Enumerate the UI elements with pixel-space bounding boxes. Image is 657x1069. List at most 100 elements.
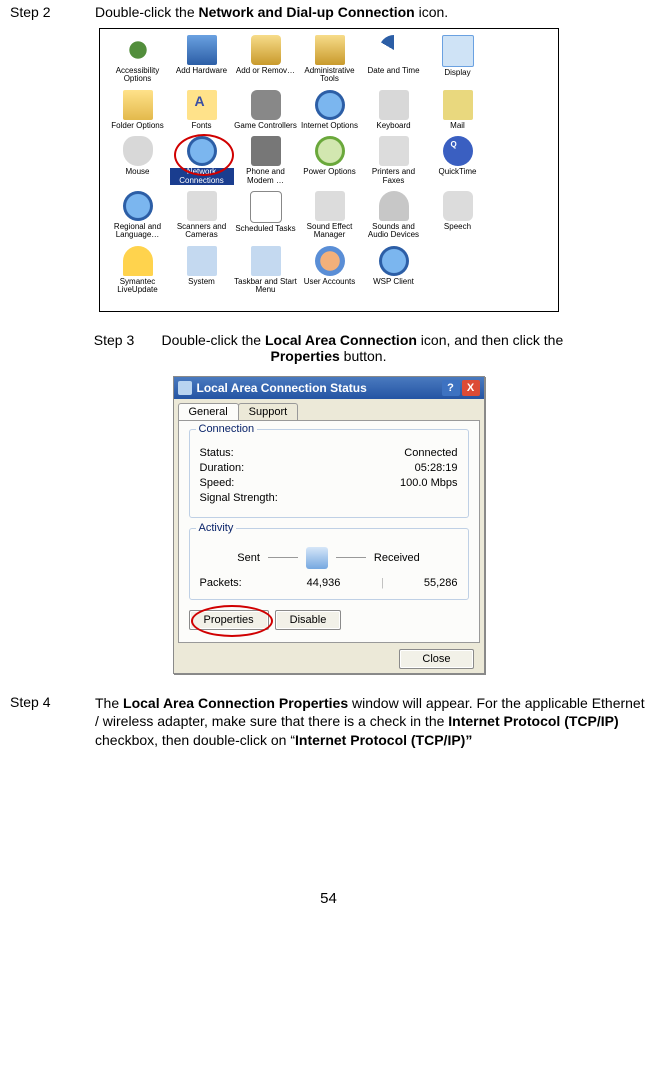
sounds-icon: [379, 191, 409, 221]
cp-item[interactable]: Phone and Modem …: [234, 136, 298, 185]
step2-label: Step 2: [10, 4, 95, 20]
cp-item-label: User Accounts: [298, 278, 362, 286]
cp-item-label: System: [170, 278, 234, 286]
page-number: 54: [10, 890, 647, 907]
cp-item[interactable]: Regional and Language…: [106, 191, 170, 240]
cp-item[interactable]: Keyboard: [362, 90, 426, 130]
cp-item[interactable]: Add Hardware: [170, 35, 234, 84]
status-value: Connected: [368, 447, 458, 459]
cp-item-label: QuickTime: [426, 168, 490, 176]
cp-item[interactable]: Date and Time: [362, 35, 426, 84]
cp-item[interactable]: Display: [426, 35, 490, 84]
qt-icon: [443, 136, 473, 166]
keyb-icon: [379, 90, 409, 120]
packets-received: 55,286: [388, 577, 458, 589]
power-icon: [315, 136, 345, 166]
folder-icon: [123, 90, 153, 120]
inet-icon: [315, 90, 345, 120]
activity-icon: [306, 547, 328, 569]
cp-item[interactable]: Add or Remov…: [234, 35, 298, 84]
cp-item-label: Scanners and Cameras: [170, 223, 234, 240]
close-button[interactable]: X: [462, 380, 480, 396]
packets-sent: 44,936: [270, 577, 378, 589]
print-icon: [379, 136, 409, 166]
cp-item[interactable]: Fonts: [170, 90, 234, 130]
activity-group: Activity Sent Received Packets: 44,936 |…: [189, 528, 469, 600]
close-dialog-button[interactable]: Close: [399, 649, 473, 669]
mouse-icon: [123, 136, 153, 166]
duration-label: Duration:: [200, 462, 368, 474]
duration-value: 05:28:19: [368, 462, 458, 474]
cp-item[interactable]: Sound Effect Manager: [298, 191, 362, 240]
cp-item[interactable]: Speech: [426, 191, 490, 240]
cp-item-label: Mouse: [106, 168, 170, 176]
phone-icon: [251, 136, 281, 166]
cp-item-label: Network Connections: [170, 168, 234, 185]
date-icon: [379, 35, 409, 65]
cp-item[interactable]: User Accounts: [298, 246, 362, 295]
cp-item[interactable]: Folder Options: [106, 90, 170, 130]
access-icon: [123, 35, 153, 65]
tab-general[interactable]: General: [178, 403, 239, 420]
fonts-icon: [187, 90, 217, 120]
system-icon: [187, 246, 217, 276]
step4-line: Step 4 The Local Area Connection Propert…: [10, 694, 647, 751]
cp-item-label: Sound Effect Manager: [298, 223, 362, 240]
admin-icon: [315, 35, 345, 65]
cp-item[interactable]: Mail: [426, 90, 490, 130]
cp-item-label: Phone and Modem …: [234, 168, 298, 185]
activity-group-title: Activity: [196, 522, 237, 534]
cp-item-label: Fonts: [170, 122, 234, 130]
speed-value: 100.0 Mbps: [368, 477, 458, 489]
cp-item[interactable]: Scanners and Cameras: [170, 191, 234, 240]
addrem-icon: [251, 35, 281, 65]
window-icon: [178, 381, 192, 395]
step3-line: Step 3 Double-click the Local Area Conne…: [19, 332, 639, 364]
cp-item[interactable]: Internet Options: [298, 90, 362, 130]
display-icon: [442, 35, 474, 67]
status-label: Status:: [200, 447, 368, 459]
cp-item[interactable]: Administrative Tools: [298, 35, 362, 84]
cp-item-label: WSP Client: [362, 278, 426, 286]
cp-item[interactable]: Taskbar and Start Menu: [234, 246, 298, 295]
cp-item-label: Regional and Language…: [106, 223, 170, 240]
step2-line: Step 2 Double-click the Network and Dial…: [10, 4, 647, 20]
titlebar: Local Area Connection Status ? X: [174, 377, 484, 399]
region-icon: [123, 191, 153, 221]
cp-item-label: Scheduled Tasks: [234, 225, 298, 233]
cp-item-label: Power Options: [298, 168, 362, 176]
cp-item[interactable]: Sounds and Audio Devices: [362, 191, 426, 240]
cp-item-label: Mail: [426, 122, 490, 130]
game-icon: [251, 90, 281, 120]
cp-item[interactable]: Power Options: [298, 136, 362, 185]
wsp-icon: [379, 246, 409, 276]
cp-item-label: Folder Options: [106, 122, 170, 130]
cp-item-label: Printers and Faxes: [362, 168, 426, 185]
cp-item[interactable]: Symantec LiveUpdate: [106, 246, 170, 295]
button-row: Properties Disable: [189, 610, 469, 630]
step4-label: Step 4: [10, 694, 95, 751]
cp-item[interactable]: Network Connections: [170, 136, 234, 185]
sched-icon: [250, 191, 282, 223]
cp-item[interactable]: Mouse: [106, 136, 170, 185]
cp-item[interactable]: System: [170, 246, 234, 295]
tab-support[interactable]: Support: [238, 403, 299, 420]
cp-item[interactable]: Game Controllers: [234, 90, 298, 130]
control-panel-window: Accessibility OptionsAdd HardwareAdd or …: [99, 28, 559, 312]
lac-status-dialog: Local Area Connection Status ? X General…: [173, 376, 485, 674]
help-button[interactable]: ?: [442, 380, 460, 396]
disable-button[interactable]: Disable: [275, 610, 342, 630]
cp-item-label: Taskbar and Start Menu: [234, 278, 298, 295]
cp-item[interactable]: Accessibility Options: [106, 35, 170, 84]
cp-item-label: Date and Time: [362, 67, 426, 75]
cp-item-label: Speech: [426, 223, 490, 231]
cp-item[interactable]: WSP Client: [362, 246, 426, 295]
sent-label: Sent: [237, 552, 260, 564]
cp-item-label: Game Controllers: [234, 122, 298, 130]
cp-item[interactable]: Printers and Faxes: [362, 136, 426, 185]
taskbar-icon: [251, 246, 281, 276]
cp-item[interactable]: Scheduled Tasks: [234, 191, 298, 240]
cp-item-label: Add or Remov…: [234, 67, 298, 75]
cp-item[interactable]: QuickTime: [426, 136, 490, 185]
properties-button[interactable]: Properties: [189, 610, 269, 630]
